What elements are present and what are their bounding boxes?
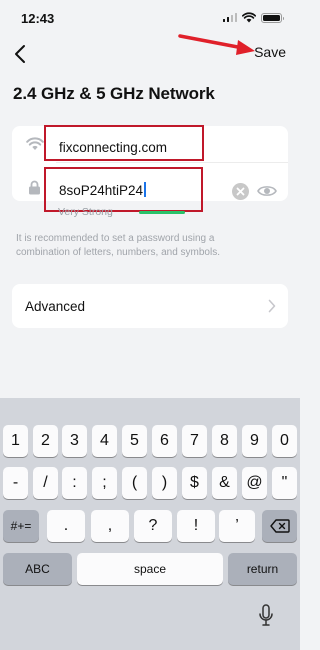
network-settings-card: fixconnecting.com 8soP24htiP24 [12,125,288,212]
ssid-input[interactable]: fixconnecting.com [59,140,167,155]
key-ampersand[interactable]: & [212,467,237,499]
password-strength-label: Very Strong [58,206,113,218]
key-open-paren[interactable]: ( [122,467,147,499]
back-button[interactable] [14,42,34,66]
key-3[interactable]: 3 [62,425,87,457]
key-space[interactable]: space [77,553,223,585]
key-close-paren[interactable]: ) [152,467,177,499]
clear-icon[interactable] [232,183,249,200]
status-time: 12:43 [21,11,55,26]
key-2[interactable]: 2 [33,425,58,457]
battery-icon [261,12,284,23]
key-9[interactable]: 9 [242,425,267,457]
password-value: 8soP24htiP24 [59,183,144,198]
text-cursor [144,182,146,197]
lock-icon [28,180,41,200]
key-apostrophe[interactable]: ’ [219,510,255,542]
key-7[interactable]: 7 [182,425,207,457]
key-at[interactable]: @ [242,467,267,499]
wifi-icon [26,137,44,156]
chevron-right-icon [268,299,276,318]
chevron-left-icon [15,45,25,63]
backspace-icon [269,519,290,533]
key-colon[interactable]: : [62,467,87,499]
annotation-arrow [178,34,255,55]
key-exclamation[interactable]: ! [177,510,215,542]
cellular-signal-icon [222,13,237,22]
key-period[interactable]: . [47,510,85,542]
password-strength-bar [139,211,185,214]
key-slash[interactable]: / [33,467,58,499]
wifi-status-icon [242,12,256,23]
page-title: 2.4 GHz & 5 GHz Network [13,84,215,103]
key-quote[interactable]: " [272,467,297,499]
key-0[interactable]: 0 [272,425,297,457]
row-divider [56,162,288,163]
key-semicolon[interactable]: ; [92,467,117,499]
key-8[interactable]: 8 [212,425,237,457]
password-hint: It is recommended to set a password usin… [16,233,220,258]
save-button[interactable]: Save [254,44,286,60]
key-dollar[interactable]: $ [182,467,207,499]
key-1[interactable]: 1 [3,425,28,457]
key-4[interactable]: 4 [92,425,117,457]
key-symbols[interactable]: #+= [3,510,39,542]
password-input[interactable]: 8soP24htiP24 [59,182,146,198]
key-abc[interactable]: ABC [3,553,72,585]
key-6[interactable]: 6 [152,425,177,457]
key-hyphen[interactable]: - [3,467,28,499]
key-delete[interactable] [262,510,297,542]
keyboard: 1 2 3 4 5 6 7 8 9 0 - / : ; ( ) $ & @ " … [0,398,300,650]
status-icons [222,12,284,23]
key-5[interactable]: 5 [122,425,147,457]
advanced-label: Advanced [25,299,86,314]
microphone-icon[interactable] [258,604,274,633]
advanced-row[interactable]: Advanced [12,284,288,328]
key-comma[interactable]: , [91,510,129,542]
key-return[interactable]: return [228,553,297,585]
eye-icon[interactable] [257,183,277,204]
key-question[interactable]: ? [134,510,172,542]
